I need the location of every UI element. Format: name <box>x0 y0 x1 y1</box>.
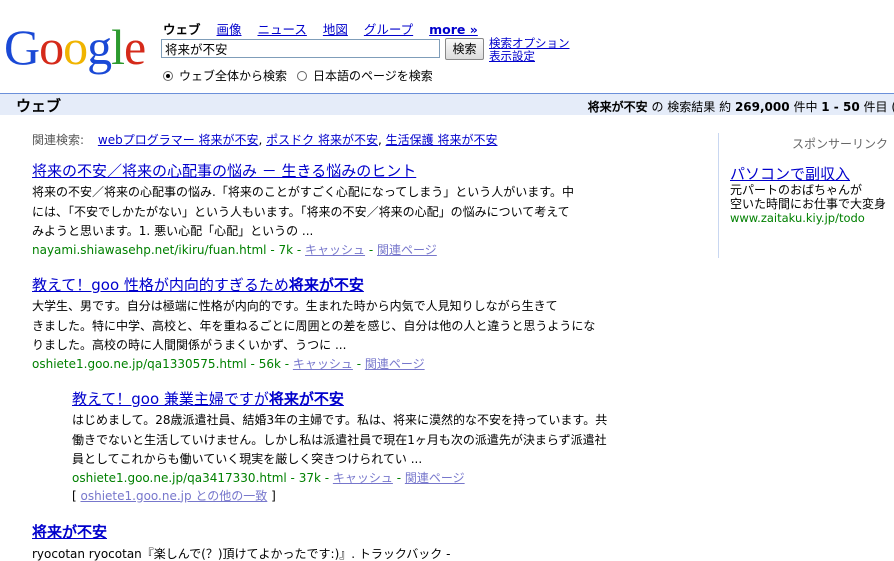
similar-link[interactable]: 関連ページ <box>377 243 437 257</box>
similar-link[interactable]: 関連ページ <box>405 471 465 485</box>
nav-images[interactable]: 画像 <box>217 22 242 37</box>
result-title-bold: 将来が不安 <box>288 276 364 294</box>
results-bar-title: ウェブ <box>16 97 62 115</box>
result-snippet: 大学生、男です。自分は極端に性格が内向的です。生まれた時から内気で人見知りしなが… <box>32 297 595 356</box>
search-scope: ウェブ全体から検索 日本語のページを検索 <box>163 67 443 84</box>
result-size: 7k <box>278 242 294 257</box>
ad-text: 空いた時間にお仕事で大変身 <box>730 197 887 211</box>
stats-label: の 検索結果 約 <box>651 100 732 114</box>
snippet-line: には、「不安でしかたがない」という人もいます。「将来の不安／将来の心配」の悩みに… <box>32 204 570 219</box>
more-from-link[interactable]: oshiete1.goo.ne.jp との他の一致 <box>81 489 268 503</box>
stats-total: 269,000 <box>734 100 790 114</box>
sponsored-heading: スポンサーリンク <box>792 137 889 151</box>
snippet-line: 働きでないと生活していけません。しかし私は派遣社員で現在1ヶ月も次の派遣先が決ま… <box>72 432 607 447</box>
more-results-from-site: [ oshiete1.goo.ne.jp との他の一致 ] <box>72 488 276 503</box>
snippet-line: ryocotan ryocotan『楽しんで(？)頂けてよかったです:)』. ト… <box>32 547 451 561</box>
radio-japanese-label: 日本語のページを検索 <box>313 69 433 83</box>
sponsored-links: スポンサーリンク パソコンで副収入 元パートのおばちゃんが 空いた時間にお仕事で… <box>718 133 894 258</box>
logo-letter: o <box>63 19 88 75</box>
snippet-line: はじめまして。28歳派遣社員、結婚3年の主婦です。私は、将来に漠然的な不安を持っ… <box>72 413 608 427</box>
stats-range-label: 件中 <box>793 100 818 114</box>
stats-query: 将来が不安 <box>587 100 648 114</box>
result-title[interactable]: 将来が不安 <box>32 523 450 541</box>
search-button[interactable]: 検索 <box>445 38 484 60</box>
stats-range: 1 - 50 <box>821 100 860 114</box>
stats-suffix: 件目 ( <box>863 100 894 114</box>
result-title[interactable]: 教えて！goo 兼業主婦ですが将来が不安 <box>72 390 607 408</box>
result-url: oshiete1.goo.ne.jp/qa1330575.html <box>32 356 247 371</box>
result-title[interactable]: 将来の不安／将来の心配事の悩み － 生きる悩みのヒント <box>32 162 574 180</box>
result-url: oshiete1.goo.ne.jp/qa3417330.html <box>72 470 287 485</box>
nav-groups[interactable]: グループ <box>364 22 413 37</box>
nav-web: ウェブ <box>163 22 201 37</box>
preferences-link[interactable]: 表示設定 <box>489 50 570 63</box>
results-stats: 将来が不安 の 検索結果 約 269,000 件中 1 - 50 件目 ( <box>588 98 894 115</box>
related-link[interactable]: webプログラマー 将来が不安 <box>98 133 259 147</box>
snippet-line: 大学生、男です。自分は極端に性格が内向的です。生まれた時から内気で人見知りしなが… <box>32 299 558 313</box>
result-meta: nayami.shiawasehp.net/ikiru/fuan.html - … <box>32 242 437 257</box>
result-size: 56k <box>258 356 281 371</box>
logo-letter: e <box>124 19 146 75</box>
search-result: 将来の不安／将来の心配事の悩み － 生きる悩みのヒント 将来の不安／将来の心配事… <box>32 162 574 259</box>
related-link[interactable]: ポスドク 将来が不安 <box>266 133 378 147</box>
radio-all-web-label: ウェブ全体から検索 <box>179 69 288 83</box>
nav-maps[interactable]: 地図 <box>323 22 348 37</box>
similar-link[interactable]: 関連ページ <box>365 357 425 371</box>
result-title-bold: 将来が不安 <box>268 390 344 408</box>
nav-more[interactable]: more » <box>429 22 478 37</box>
cache-link[interactable]: キャッシュ <box>333 471 393 485</box>
result-title[interactable]: 教えて！goo 性格が内向的すぎるため将来が不安 <box>32 276 595 294</box>
result-url: nayami.shiawasehp.net/ikiru/fuan.html <box>32 242 267 257</box>
related-link[interactable]: 生活保護 将来が不安 <box>386 133 498 147</box>
snippet-line: りました。高校の時に人間関係がうまくいかず、うつに ... <box>32 338 347 352</box>
cache-link[interactable]: キャッシュ <box>305 243 365 257</box>
snippet-line: 将来の不安／将来の心配事の悩み.「将来のことがすごく心配になってしまう」という人… <box>32 185 575 199</box>
search-input[interactable]: 将来が不安 <box>161 39 440 58</box>
logo-letter: g <box>87 19 112 75</box>
search-result: 将来が不安 ryocotan ryocotan『楽しんで(？)頂けてよかったです… <box>32 523 450 561</box>
result-meta: oshiete1.goo.ne.jp/qa3417330.html - 37k … <box>72 470 465 485</box>
results-bar: ウェブ 将来が不安 の 検索結果 約 269,000 件中 1 - 50 件目 … <box>0 93 894 115</box>
radio-all-web[interactable] <box>163 70 173 81</box>
result-title-text: 教えて！goo 性格が内向的すぎるため <box>32 276 289 294</box>
search-result: 教えて！goo 性格が内向的すぎるため将来が不安 大学生、男です。自分は極端に性… <box>32 276 595 373</box>
search-result-indented: 教えて！goo 兼業主婦ですが将来が不安 はじめまして。28歳派遣社員、結婚3年… <box>72 390 607 505</box>
top-nav: ウェブ 画像 ニュース 地図 グループ more » <box>163 19 490 38</box>
result-meta: oshiete1.goo.ne.jp/qa1330575.html - 56k … <box>32 356 425 371</box>
related-label: 関連検索: <box>32 133 85 147</box>
snippet-line: きました。特に中学、高校と、年を重ねるごとに周囲との差を感じ、自分は他の人と違う… <box>32 318 596 333</box>
nav-news[interactable]: ニュース <box>258 22 307 37</box>
logo-letter: o <box>39 19 64 75</box>
logo-letter: l <box>111 19 125 75</box>
logo-letter: G <box>4 19 40 75</box>
cache-link[interactable]: キャッシュ <box>293 357 353 371</box>
radio-japanese[interactable] <box>297 70 308 81</box>
result-snippet: はじめまして。28歳派遣社員、結婚3年の主婦です。私は、将来に漠然的な不安を持っ… <box>72 411 607 470</box>
search-options: 検索オプション 表示設定 <box>489 37 570 63</box>
snippet-line: 員としてこれからも働いていく現実を厳しく突きつけられてい ... <box>72 452 423 466</box>
ad-url: www.zaitaku.kiy.jp/todo <box>730 211 865 225</box>
result-size: 37k <box>298 470 321 485</box>
google-logo[interactable]: Google <box>4 19 146 75</box>
result-snippet: 将来の不安／将来の心配事の悩み.「将来のことがすごく心配になってしまう」という人… <box>32 183 574 242</box>
result-snippet: ryocotan ryocotan『楽しんで(？)頂けてよかったです:)』. ト… <box>32 547 450 561</box>
related-searches: 関連検索: webプログラマー 将来が不安, ポスドク 将来が不安, 生活保護 … <box>32 133 498 147</box>
result-title-text: 教えて！goo 兼業主婦ですが <box>72 390 269 408</box>
snippet-line: みようと思います。1. 悪い心配「心配」というの ... <box>32 224 314 238</box>
